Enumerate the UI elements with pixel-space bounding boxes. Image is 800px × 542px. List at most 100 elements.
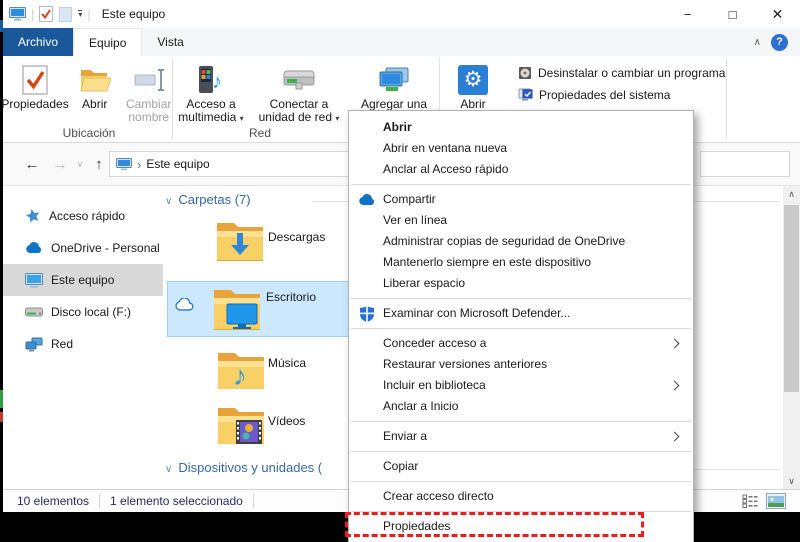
menu-item-enviar-a[interactable]: Enviar a — [349, 426, 693, 447]
tile-label[interactable]: Descargas — [268, 230, 325, 244]
onedrive-cloud-icon — [25, 242, 43, 254]
back-icon[interactable]: ← — [19, 143, 45, 186]
history-dropdown-icon[interactable]: ∨ — [72, 143, 88, 186]
minimize-button[interactable]: − — [665, 0, 710, 28]
sidebar-item-label: OneDrive - Personal — [51, 241, 160, 255]
collapse-group-icon[interactable]: ∨ — [165, 196, 172, 207]
menu-item-administrar-copias[interactable]: Administrar copias de seguridad de OneDr… — [349, 231, 693, 252]
ribbon-group-ubicacion: Propiedades Abrir Cambiar nombre Ubicaci… — [1, 56, 171, 142]
media-access-label: Acceso a multimedia ▾ — [178, 97, 244, 124]
menu-separator — [351, 298, 691, 299]
ribbon-tabs: Archivo Equipo Vista ∧ ? — [3, 28, 800, 56]
map-drive-label: Conectar a unidad de red ▾ — [258, 97, 340, 124]
dropdown-icon: ▾ — [239, 114, 244, 123]
folders-group-header[interactable]: ∨ Carpetas (7) — [165, 192, 251, 207]
context-menu: Abrir Abrir en ventana nueva Anclar al A… — [348, 110, 694, 542]
system-properties-label: Propiedades del sistema — [539, 87, 671, 102]
uninstall-label: Desinstalar o cambiar un programa — [538, 65, 726, 80]
menu-item-anclar-inicio[interactable]: Anclar a Inicio — [349, 396, 693, 417]
group-label-ubicacion: Ubicación — [62, 126, 116, 140]
menu-separator — [351, 328, 691, 329]
up-icon[interactable]: ↑ — [87, 143, 111, 186]
sidebar-item-onedrive[interactable]: OneDrive - Personal — [3, 232, 163, 264]
network-drive-icon — [281, 62, 317, 98]
menu-item-ver-en-linea[interactable]: Ver en línea — [349, 210, 693, 231]
location-pc-icon — [116, 157, 132, 171]
sidebar-item-este-equipo[interactable]: Este equipo — [3, 264, 163, 296]
devices-group-header[interactable]: ∨ Dispositivos y unidades ( — [165, 460, 322, 475]
close-button[interactable]: ✕ — [755, 0, 800, 28]
menu-item-copiar[interactable]: Copiar — [349, 456, 693, 477]
properties-check-icon — [22, 62, 48, 98]
hard-drive-icon — [25, 307, 43, 317]
menu-item-crear-acceso-directo[interactable]: Crear acceso directo — [349, 486, 693, 507]
breadcrumb-location[interactable]: Este equipo — [146, 157, 209, 171]
menu-item-restaurar-versiones[interactable]: Restaurar versiones anteriores — [349, 354, 693, 375]
search-input[interactable] — [700, 151, 790, 177]
menu-item-anclar-acceso-rapido[interactable]: Anclar al Acceso rápido — [349, 159, 693, 180]
collapse-group-icon[interactable]: ∨ — [165, 464, 172, 475]
ribbon-separator — [172, 58, 173, 139]
selected-item-highlight[interactable] — [167, 281, 363, 337]
system-properties-item[interactable]: Propiedades del sistema — [518, 84, 725, 105]
tile-label[interactable]: Vídeos — [268, 414, 305, 428]
menu-item-liberar-espacio[interactable]: Liberar espacio — [349, 273, 693, 294]
menu-item-abrir[interactable]: Abrir — [349, 117, 693, 138]
window-title: Este equipo — [101, 7, 166, 21]
uninstall-program-item[interactable]: Desinstalar o cambiar un programa — [518, 62, 725, 83]
details-view-icon[interactable] — [742, 494, 758, 508]
menu-item-conceder-acceso[interactable]: Conceder acceso a — [349, 333, 693, 354]
menu-item-examinar-defender[interactable]: Examinar con Microsoft Defender... — [349, 303, 693, 324]
maximize-button[interactable]: □ — [710, 0, 755, 28]
scrollbar-thumb[interactable] — [784, 205, 799, 392]
qat-newfolder-icon[interactable] — [59, 6, 73, 22]
this-pc-icon — [9, 6, 26, 22]
tab-vista[interactable]: Vista — [142, 28, 198, 56]
menu-item-compartir[interactable]: Compartir — [349, 189, 693, 210]
defender-shield-icon — [357, 305, 377, 322]
settings-open-button[interactable]: ⚙ Abrir — [455, 60, 491, 113]
thumbnail-view-icon[interactable] — [766, 493, 786, 509]
scroll-up-icon[interactable]: ∧ — [783, 186, 800, 202]
menu-item-mantenerlo-siempre[interactable]: Mantenerlo siempre en este dispositivo — [349, 252, 693, 273]
sidebar-item-label: Disco local (F:) — [51, 305, 132, 319]
desktop-folder-icon[interactable] — [211, 285, 263, 333]
tile-label[interactable]: Música — [268, 356, 306, 370]
sidebar-item-red[interactable]: Red — [3, 328, 163, 360]
videos-folder-icon[interactable] — [215, 403, 267, 447]
tab-equipo[interactable]: Equipo — [73, 28, 143, 56]
scroll-down-icon[interactable]: ∨ — [783, 473, 800, 489]
system-properties-icon — [518, 88, 533, 102]
downloads-folder-icon[interactable] — [214, 218, 266, 264]
qat-dropdown-icon[interactable]: ▾ — [78, 10, 83, 19]
menu-item-incluir-biblioteca[interactable]: Incluir en biblioteca — [349, 375, 693, 396]
qat-properties-icon[interactable] — [39, 6, 54, 22]
sidebar-item-label: Red — [51, 337, 74, 351]
svg-text:♪: ♪ — [212, 71, 222, 93]
tab-archivo[interactable]: Archivo — [3, 28, 74, 56]
navigation-pane: Acceso rápido OneDrive - Personal Este e… — [3, 186, 163, 489]
sidebar-item-disco-local[interactable]: Disco local (F:) — [3, 296, 163, 328]
open-button[interactable]: Abrir — [76, 60, 114, 126]
sidebar-item-label: Este equipo — [51, 273, 115, 287]
properties-button[interactable]: Propiedades — [0, 60, 72, 126]
collapse-ribbon-icon[interactable]: ∧ — [754, 37, 761, 48]
network-icon — [25, 337, 43, 352]
sidebar-item-acceso-rapido[interactable]: Acceso rápido — [3, 200, 163, 232]
menu-separator — [351, 481, 691, 482]
vertical-scrollbar[interactable]: ∧ ∨ — [783, 186, 800, 489]
this-pc-icon — [25, 272, 43, 288]
group-label-red: Red — [248, 126, 271, 140]
network-location-icon — [376, 62, 412, 98]
menu-item-abrir-ventana-nueva[interactable]: Abrir en ventana nueva — [349, 138, 693, 159]
svg-text:♪: ♪ — [233, 360, 247, 391]
submenu-arrow-icon — [669, 338, 680, 349]
music-folder-icon[interactable]: ♪ — [215, 348, 267, 392]
rename-label: Cambiar nombre — [126, 97, 172, 124]
help-icon[interactable]: ? — [771, 33, 788, 51]
gear-icon: ⚙ — [458, 65, 488, 95]
media-server-icon: ♪ — [196, 62, 226, 98]
open-label: Abrir — [82, 97, 108, 111]
tile-label[interactable]: Escritorio — [266, 290, 316, 304]
submenu-arrow-icon — [669, 380, 680, 391]
